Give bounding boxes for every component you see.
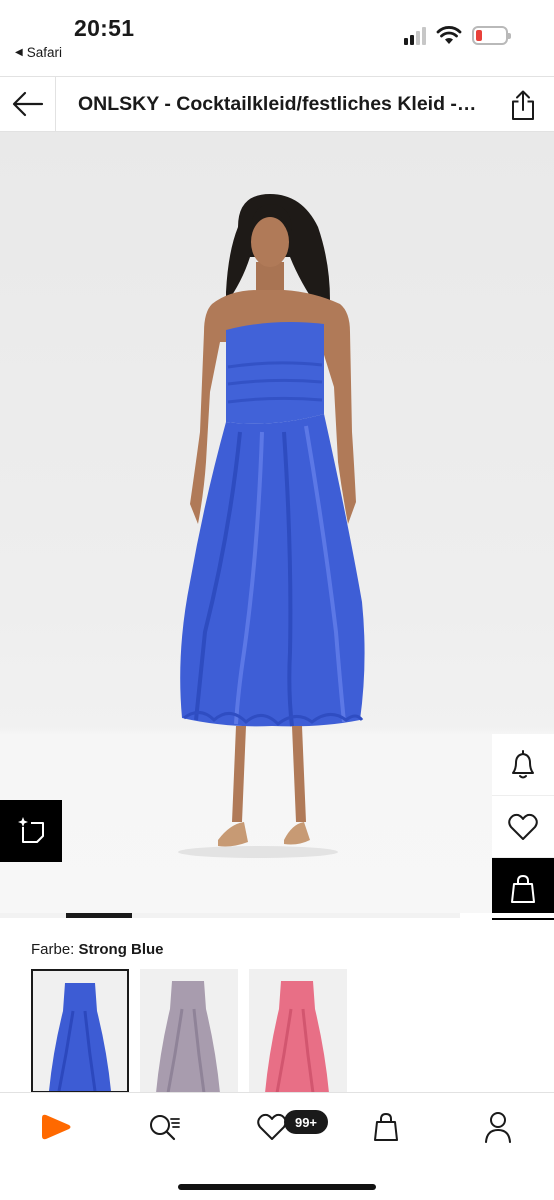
nav-profile[interactable] xyxy=(478,1107,518,1147)
battery-icon xyxy=(472,26,511,45)
brand-logo-icon xyxy=(42,1114,71,1140)
page-title: ONLSKY - Cocktailkleid/festliches Kleid … xyxy=(78,93,478,115)
share-button[interactable] xyxy=(506,87,540,123)
color-swatch-strong-blue[interactable] xyxy=(31,969,129,1093)
sparkle-frame-icon xyxy=(18,817,44,843)
wishlist-count-badge: 99+ xyxy=(284,1110,328,1134)
image-carousel-indicator xyxy=(0,913,554,918)
color-swatch-lilac[interactable] xyxy=(140,969,238,1093)
back-triangle-icon: ◀ xyxy=(15,47,23,58)
side-actions xyxy=(492,734,554,920)
wishlist-button[interactable] xyxy=(492,796,554,858)
carousel-active-segment xyxy=(66,913,132,918)
status-time: 20:51 xyxy=(74,15,135,41)
product-header: ONLSKY - Cocktailkleid/festliches Kleid … xyxy=(0,76,554,132)
swatch-dress-image xyxy=(49,983,111,1091)
heart-icon xyxy=(257,1113,287,1140)
notify-button[interactable] xyxy=(492,734,554,796)
color-label-prefix: Farbe: xyxy=(31,941,75,958)
wifi-icon xyxy=(436,26,462,44)
status-bar: 20:51 ◀ Safari xyxy=(0,0,554,76)
swatch-dress-image xyxy=(156,981,220,1093)
selected-color-name: Strong Blue xyxy=(78,941,164,958)
bell-icon xyxy=(512,749,534,778)
try-on-button[interactable] xyxy=(0,800,62,862)
carousel-segment xyxy=(460,913,554,918)
model-photo xyxy=(178,194,365,858)
user-icon xyxy=(485,1112,511,1143)
bag-icon xyxy=(511,874,535,903)
home-indicator xyxy=(178,1184,376,1190)
add-to-bag-button[interactable] xyxy=(492,858,554,920)
arrow-left-icon xyxy=(12,91,43,117)
cellular-signal-icon xyxy=(404,26,426,45)
status-icons xyxy=(404,26,511,45)
bag-icon xyxy=(374,1112,398,1141)
color-label: Farbe: Strong Blue xyxy=(31,941,164,958)
swatch-dress-image xyxy=(265,981,329,1093)
back-button[interactable] xyxy=(0,77,56,131)
nav-search[interactable] xyxy=(144,1107,184,1147)
search-list-icon xyxy=(150,1115,180,1141)
back-app-label: Safari xyxy=(26,45,62,60)
color-swatch-pink[interactable] xyxy=(249,969,347,1093)
nav-bag[interactable] xyxy=(366,1107,406,1147)
product-image[interactable] xyxy=(0,132,554,915)
back-to-app[interactable]: ◀ Safari xyxy=(15,45,62,60)
color-swatches xyxy=(31,969,347,1093)
share-icon xyxy=(512,90,534,120)
heart-icon xyxy=(508,813,538,840)
nav-home[interactable] xyxy=(36,1107,76,1147)
